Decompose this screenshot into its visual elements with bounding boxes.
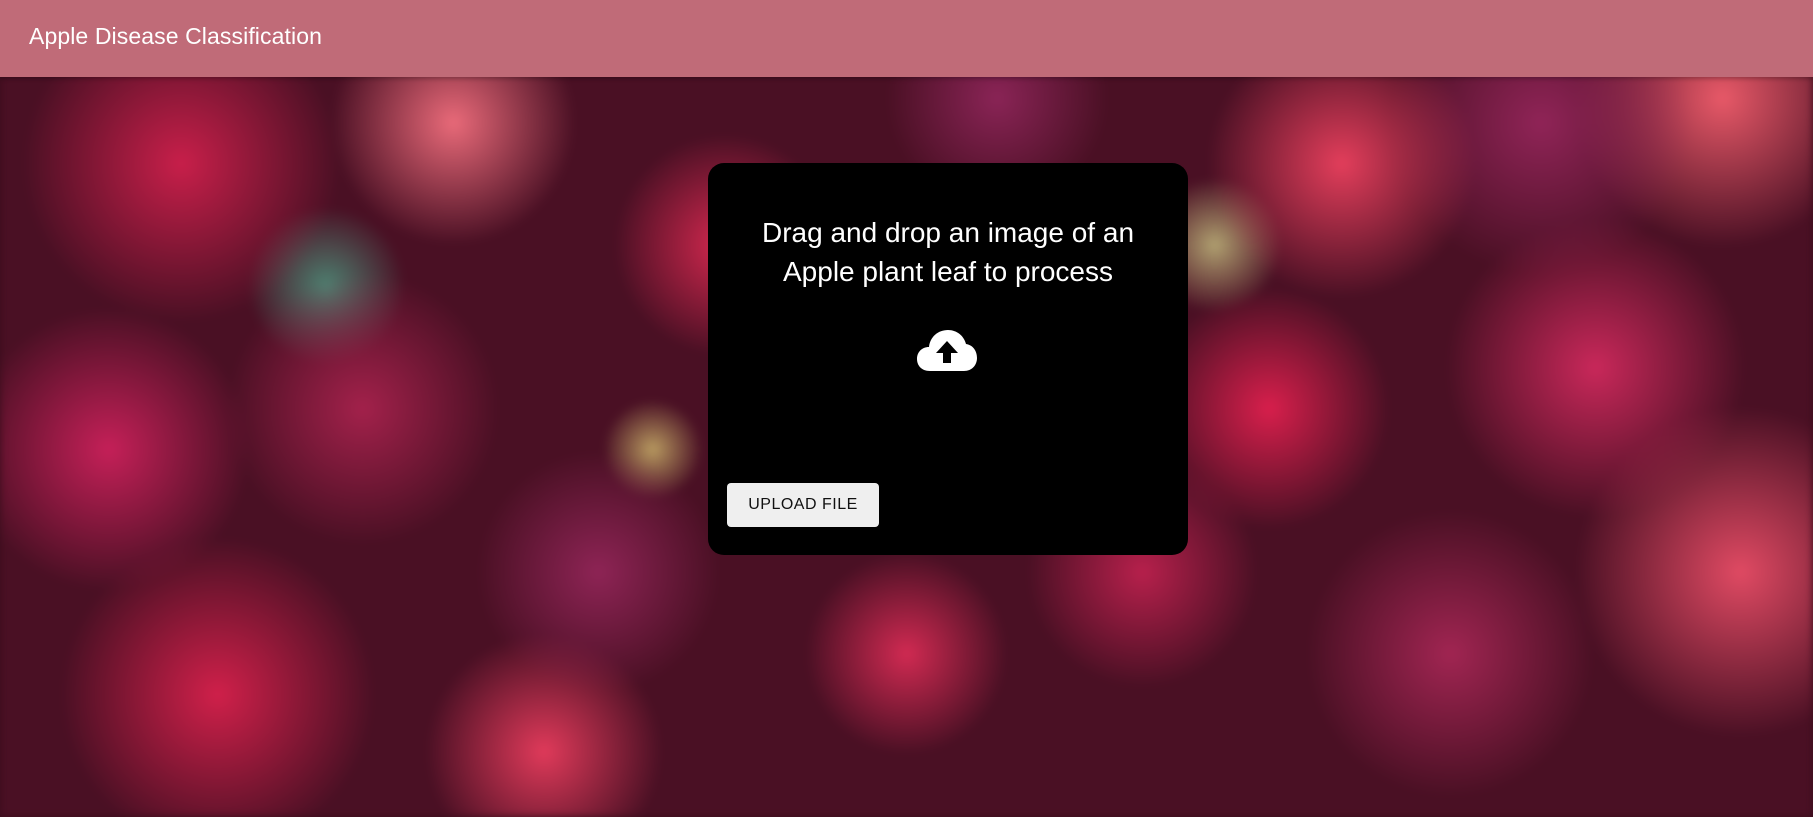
app-header: Apple Disease Classification: [0, 0, 1813, 77]
cloud-upload-icon: [917, 330, 977, 371]
dropzone-instructions: Drag and drop an image of an Apple plant…: [761, 217, 1135, 287]
upload-file-button[interactable]: UPLOAD FILE: [727, 483, 879, 527]
app-title: Apple Disease Classification: [29, 23, 322, 49]
image-dropzone[interactable]: Drag and drop an image of an Apple plant…: [708, 163, 1188, 555]
